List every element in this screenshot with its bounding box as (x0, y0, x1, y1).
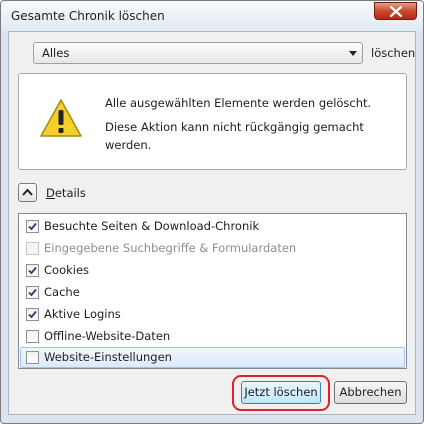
checkmark-icon (28, 266, 37, 275)
list-item-label: Offline-Website-Daten (44, 329, 171, 343)
time-range-value: Alles (42, 46, 70, 60)
checkmark-icon (28, 310, 37, 319)
checkbox[interactable] (26, 220, 39, 233)
dialog-window: Gesamte Chronik löschen Alles löschen Al… (0, 0, 424, 424)
warning-text-2: Diese Aktion kann nicht rückgängig gemac… (105, 120, 364, 152)
list-item-label: Besuchte Seiten & Download-Chronik (44, 219, 260, 233)
list-item-label: Website-Einstellungen (44, 350, 172, 364)
warning-text-1: Alle ausgewählten Elemente werden gelösc… (105, 96, 372, 110)
window-title: Gesamte Chronik löschen (11, 9, 165, 23)
checkmark-icon (28, 222, 37, 231)
dialog-body: Alles löschen Alle ausgewählten Elemente… (8, 31, 416, 415)
list-item-label: Cache (44, 285, 80, 299)
list-item-label: Eingegebene Suchbegriffe & Formulardaten (44, 241, 297, 255)
cancel-button[interactable]: Abbrechen (334, 381, 407, 404)
warning-icon (40, 99, 82, 137)
title-bar: Gesamte Chronik löschen (1, 1, 423, 31)
details-label: Details (46, 186, 86, 200)
chevron-up-icon (22, 188, 33, 196)
list-item-formdata: Eingegebene Suchbegriffe & Formulardaten (20, 238, 405, 259)
close-button[interactable] (374, 2, 417, 20)
list-item-cookies[interactable]: Cookies (20, 260, 405, 281)
checkbox[interactable] (26, 351, 39, 364)
list-item-cache[interactable]: Cache (20, 282, 405, 303)
time-range-caption: löschen (371, 46, 416, 60)
checkbox[interactable] (26, 264, 39, 277)
warning-box: Alle ausgewählten Elemente werden gelösc… (18, 73, 407, 170)
checkmark-icon (28, 288, 37, 297)
list-item-offline-data[interactable]: Offline-Website-Daten (20, 326, 405, 347)
checkbox[interactable] (26, 330, 39, 343)
checkbox[interactable] (26, 308, 39, 321)
checkbox (26, 242, 39, 255)
chevron-down-icon (349, 51, 357, 56)
items-list: Besuchte Seiten & Download-Chronik Einge… (18, 213, 407, 369)
checkbox[interactable] (26, 286, 39, 299)
close-icon (390, 6, 402, 17)
time-range-dropdown[interactable]: Alles (33, 42, 363, 64)
list-item-site-settings[interactable]: Website-Einstellungen (20, 347, 405, 368)
details-toggle-button[interactable] (18, 183, 37, 202)
list-item-history[interactable]: Besuchte Seiten & Download-Chronik (20, 216, 405, 237)
clear-now-button[interactable]: Jetzt löschen (241, 381, 321, 404)
list-item-label: Cookies (44, 263, 90, 277)
list-item-label: Aktive Logins (44, 307, 121, 321)
list-item-logins[interactable]: Aktive Logins (20, 304, 405, 325)
